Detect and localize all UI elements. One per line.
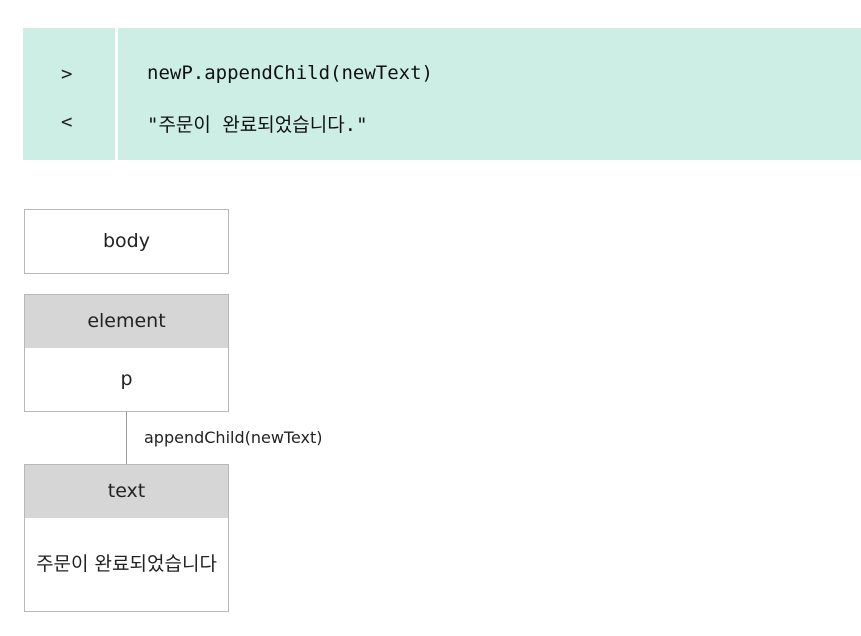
element-node-header: element	[24, 294, 229, 349]
body-node: body	[24, 209, 229, 274]
console-divider	[115, 28, 118, 160]
text-node-header: text	[24, 464, 229, 519]
output-prompt-icon: <	[61, 111, 73, 133]
element-node-value: p	[24, 348, 229, 412]
append-connector-line	[126, 412, 127, 464]
console-panel: > < newP.appendChild(newText) "주문이 완료되었습…	[23, 28, 861, 160]
text-node-value: 주문이 완료되었습니다	[24, 518, 229, 612]
input-prompt-icon: >	[61, 63, 73, 85]
console-input-line: newP.appendChild(newText)	[147, 62, 433, 84]
console-output-line: "주문이 완료되었습니다."	[147, 114, 368, 136]
connector-label: appendChild(newText)	[144, 428, 323, 447]
console-gutter: > <	[23, 28, 115, 160]
